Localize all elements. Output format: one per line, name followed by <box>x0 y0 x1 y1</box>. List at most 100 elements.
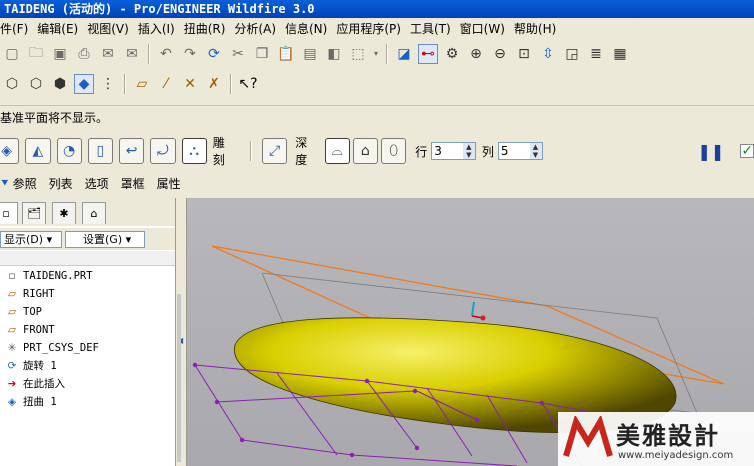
context-help-icon[interactable]: ↖? <box>238 74 258 94</box>
tree-item[interactable]: ▱ RIGHT <box>4 285 55 303</box>
spinner-arrows-icon[interactable]: ▲ ▼ <box>529 143 542 159</box>
bend-icon[interactable]: ↩ <box>119 138 145 164</box>
connections-tab[interactable]: ⌂ <box>82 202 106 224</box>
menu-item[interactable]: 视图(V) <box>87 20 138 37</box>
menu-item[interactable]: 帮助(H) <box>514 20 565 37</box>
tree-item[interactable]: ▱ FRONT <box>4 321 55 339</box>
print-icon[interactable]: ⎙ <box>74 44 94 64</box>
send-icon[interactable]: ✉ <box>122 44 142 64</box>
direction-icon[interactable]: ⤢ <box>261 138 288 164</box>
menu-item[interactable]: 件(F) <box>0 20 37 37</box>
scrollbar-track[interactable] <box>177 294 181 462</box>
depth-symmetric-icon[interactable]: ⌂ <box>352 138 378 164</box>
show-label: 显示(D) <box>4 232 44 246</box>
dashboard-tab[interactable]: 参照 <box>13 175 37 192</box>
copy-icon[interactable]: ❐ <box>252 44 272 64</box>
shading-icon[interactable]: ◆ <box>74 73 94 94</box>
panel-splitter[interactable]: ◀ <box>176 198 187 466</box>
tree-item[interactable]: ◈ 扭曲 1 <box>4 393 57 411</box>
datum-points-icon[interactable]: ✕ <box>180 74 200 94</box>
regenerate-icon[interactable]: ⟳ <box>204 44 224 64</box>
settings-label: 设置(G) <box>83 232 123 246</box>
depth-both-icon[interactable]: ⬯ <box>381 138 407 164</box>
named-view-icon[interactable]: ⚙ <box>442 44 462 64</box>
tree-item[interactable]: ➜ 在此插入 <box>4 375 65 393</box>
twist-icon[interactable]: ⤾ <box>150 138 176 164</box>
menu-item[interactable]: 插入(I) <box>138 20 184 37</box>
sculpt-icon[interactable]: ⛬ <box>181 138 207 164</box>
folder-browser-tab[interactable]: 🗂 <box>22 202 46 224</box>
depth-one-side-icon[interactable]: ⌓ <box>324 138 350 164</box>
hidden-line-icon[interactable]: ⬡ <box>26 74 46 94</box>
open-folder-icon[interactable]: 🗀 <box>26 44 46 64</box>
menu-item[interactable]: 工具(T) <box>410 20 460 37</box>
model-tree: ▫ TAIDENG.PRT ▱ RIGHT ▱ TOP ▱ FRONT ✳ PRT_CSYS_DE… <box>0 267 175 427</box>
tree-item-label: PRT_CSYS_DEF <box>23 342 99 354</box>
tree-item[interactable]: ▱ TOP <box>4 303 42 321</box>
spin-center-icon[interactable]: ⊷ <box>418 43 438 64</box>
columns-label: 列 <box>481 144 494 159</box>
columns-spinner[interactable]: 5 ▲ ▼ <box>497 142 543 160</box>
model-tree-tab[interactable]: ▫ <box>0 202 18 224</box>
dashboard-tab[interactable]: 选项 <box>85 175 109 192</box>
cut-icon[interactable]: ✂ <box>228 44 248 64</box>
apply-checkmark-icon[interactable]: ✓ <box>740 144 754 158</box>
model-tree-toggle-icon[interactable]: ⋮ <box>98 74 118 94</box>
layers-icon[interactable]: ≣ <box>586 44 606 64</box>
mirror-icon[interactable]: ◧ <box>324 44 344 64</box>
refit-icon[interactable]: ⊡ <box>514 44 534 64</box>
transform-icon[interactable]: ◈ <box>0 138 20 164</box>
show-dropdown[interactable]: 显示(D) ▾ <box>0 230 62 248</box>
email-icon[interactable]: ✉ <box>98 44 118 64</box>
spine-icon[interactable]: ◔ <box>56 138 82 164</box>
dropdown-arrow-icon[interactable]: ▾ <box>372 44 380 64</box>
rows-spinner[interactable]: 3 ▲ ▼ <box>431 142 476 160</box>
orient-view-icon[interactable]: ◪ <box>394 44 414 64</box>
settings-dropdown[interactable]: 设置(G) ▾ <box>65 230 145 248</box>
depth-label: 深度 <box>295 136 308 167</box>
dashboard-tab[interactable]: 属性 <box>157 175 181 192</box>
tree-item[interactable]: ⟳ 旋转 1 <box>4 357 57 375</box>
display-toolbar: ⬡ ⬡ ⬢ ◆ ⋮ ▱ ⁄ ✕ ✗ ↖? <box>0 70 754 97</box>
tree-item[interactable]: ▫ TAIDENG.PRT <box>4 267 92 285</box>
menu-item[interactable]: 窗口(W) <box>460 20 514 37</box>
reorient-icon[interactable]: ⇳ <box>538 44 558 64</box>
part-icon: ▫ <box>8 270 16 282</box>
menu-item[interactable]: 分析(A) <box>234 20 285 37</box>
stretch-icon[interactable]: ▯ <box>87 138 113 164</box>
pause-icon[interactable]: ❚❚ <box>698 142 725 161</box>
menu-item[interactable]: 应用程序(P) <box>336 20 410 37</box>
menu-item[interactable]: 扭曲(R) <box>184 20 235 37</box>
rows-value[interactable]: 3 <box>432 144 463 158</box>
zoom-in-icon[interactable]: ⊕ <box>466 44 486 64</box>
redo-icon[interactable]: ↷ <box>180 44 200 64</box>
collapse-arrow-icon[interactable]: ⯆ <box>0 176 10 191</box>
warp-tool-icon[interactable]: ◭ <box>25 138 51 164</box>
wireframe-icon[interactable]: ⬡ <box>2 74 22 94</box>
no-hidden-icon[interactable]: ⬢ <box>50 74 70 94</box>
datum-planes-icon[interactable]: ▱ <box>132 74 152 94</box>
coordinate-systems-icon[interactable]: ✗ <box>204 74 224 94</box>
tree-item-label: TOP <box>23 306 42 318</box>
new-file-icon[interactable]: ▢ <box>2 44 22 64</box>
undo-icon[interactable]: ↶ <box>156 44 176 64</box>
save-icon[interactable]: ▣ <box>50 44 70 64</box>
zoom-out-icon[interactable]: ⊖ <box>490 44 510 64</box>
saved-views-icon[interactable]: ◲ <box>562 44 582 64</box>
menu-item[interactable]: 编辑(E) <box>37 20 87 37</box>
tree-header-strip <box>0 251 175 266</box>
paste-special-icon[interactable]: ▤ <box>300 44 320 64</box>
dashboard-tab[interactable]: 列表 <box>49 175 73 192</box>
select-box-icon[interactable]: ⬚ <box>348 44 368 64</box>
columns-value[interactable]: 5 <box>499 144 530 158</box>
datum-axes-icon[interactable]: ⁄ <box>156 74 176 94</box>
view-manager-icon[interactable]: ▦ <box>610 44 630 64</box>
menu-item[interactable]: 信息(N) <box>285 20 336 37</box>
paste-icon[interactable]: 📋 <box>276 44 296 64</box>
tree-item[interactable]: ✳ PRT_CSYS_DEF <box>4 339 99 357</box>
dashboard-tab[interactable]: 罩框 <box>121 175 145 192</box>
spinner-arrows-icon[interactable]: ▲ ▼ <box>462 143 475 159</box>
separator <box>230 73 232 94</box>
favorites-tab[interactable]: ✱ <box>52 202 76 224</box>
triad-icon[interactable] <box>471 301 486 321</box>
